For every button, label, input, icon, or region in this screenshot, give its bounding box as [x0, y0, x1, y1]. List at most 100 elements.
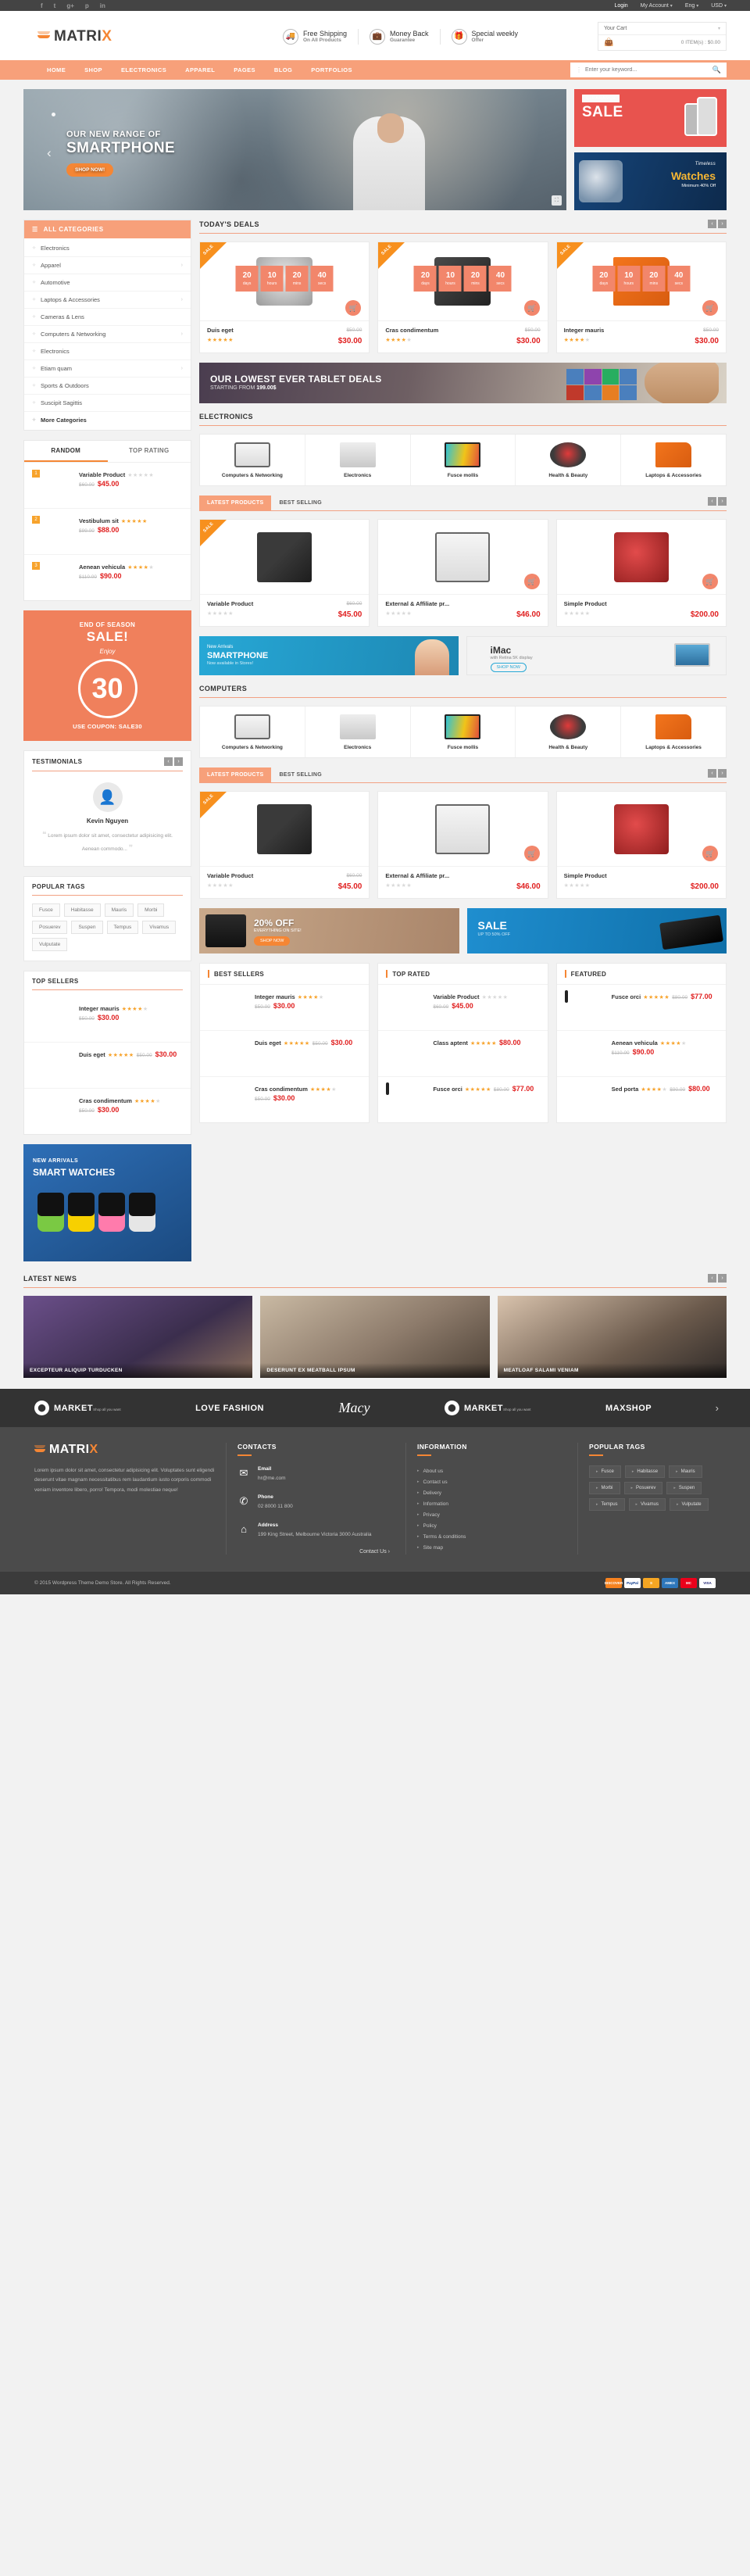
tag-item[interactable]: Morbi — [138, 903, 165, 917]
category-item[interactable]: ✧ Etiam quam › — [24, 360, 191, 377]
category-cell[interactable]: Laptops & Accessories — [621, 707, 726, 757]
category-cell[interactable]: Electronics — [305, 707, 411, 757]
info-link-privacy[interactable]: ▸ Privacy — [417, 1509, 566, 1520]
language-menu[interactable]: Eng ▾ — [685, 3, 698, 9]
tag-item[interactable]: ▸ Vivamus — [628, 1498, 666, 1511]
tab-latest-products[interactable]: LATEST PRODUCTS — [199, 496, 272, 510]
add-to-cart-button[interactable]: 🛒 — [523, 846, 540, 861]
hero-slider[interactable]: ‹ OUR NEW RANGE OF SMARTPHONE SHOP NOW! … — [23, 89, 566, 210]
category-item[interactable]: ✧ Suscipit Sagittis — [24, 395, 191, 412]
facebook-icon[interactable]: f — [41, 2, 43, 9]
smart-watches-banner[interactable]: NEW ARRIVALS SMART WATCHES — [23, 1144, 191, 1261]
info-link-policy[interactable]: ▸ Policy — [417, 1520, 566, 1531]
search-icon[interactable]: 🔍 — [712, 66, 721, 74]
list-item[interactable]: 1 Variable Product ★★★★★ $60.00 $45.00 — [24, 463, 191, 509]
category-cell[interactable]: Laptops & Accessories — [621, 435, 726, 485]
tag-item[interactable]: Vivamus — [142, 921, 177, 934]
search-input[interactable] — [585, 67, 712, 73]
list-item[interactable]: Integer mauris ★★★★★ $50.00 $30.00 — [24, 996, 191, 1043]
nav-item-portfolios[interactable]: PORTFOLIOS — [302, 66, 362, 73]
category-cell[interactable]: Fusce mollis — [411, 707, 516, 757]
season-sale-banner[interactable]: END OF SEASON SALE! Enjoy 30 USE COUPON:… — [23, 610, 191, 741]
site-logo[interactable]: MATRIX — [23, 28, 203, 45]
product-card[interactable]: 🛒 External & Affiliate pr... ★★★★★ $46.00 — [377, 519, 548, 627]
footer-logo[interactable]: MATRIX — [34, 1443, 215, 1457]
tag-item[interactable]: Fusce — [32, 903, 60, 917]
news-card[interactable]: EXCEPTEUR ALIQUIP TURDUCKEN — [23, 1296, 253, 1378]
categories-header[interactable]: ☰ ALL CATEGORIES — [24, 220, 191, 238]
news-prev-button[interactable]: ‹ — [708, 1274, 716, 1283]
list-item[interactable]: Duis eget ★★★★★ $50.00 $30.00 — [24, 1043, 191, 1089]
tag-item[interactable]: ▸ Habitasse — [624, 1465, 666, 1478]
news-next-button[interactable]: › — [718, 1274, 727, 1283]
deals-next-button[interactable]: › — [718, 220, 727, 228]
cart-widget[interactable]: Your Cart ▾ 👜 0 ITEM(s) : $0.00 — [598, 22, 727, 51]
list-item[interactable]: Integer mauris ★★★★★ $50.00 $30.00 — [200, 985, 370, 1031]
tag-item[interactable]: Posuerev — [32, 921, 68, 934]
deal-card[interactable]: SALE 20 days 10 hours 20 mins 40 secs 🛒 Inte… — [555, 242, 727, 353]
info-link-sitemap[interactable]: ▸ Site map — [417, 1542, 566, 1553]
nav-item-pages[interactable]: PAGES — [224, 66, 265, 73]
list-item[interactable]: Fusce orci ★★★★★ $80.00 $77.00 — [378, 1077, 547, 1122]
category-item[interactable]: ✧ Electronics — [24, 343, 191, 360]
list-item[interactable]: Variable Product ★★★★★ $60.00 $45.00 — [378, 985, 548, 1031]
list-item[interactable]: Class aptent ★★★★★ $80.00 — [378, 1031, 548, 1077]
tag-item[interactable]: Vulputate — [32, 938, 68, 951]
info-link-terms[interactable]: ▸ Terms & conditions — [417, 1531, 566, 1542]
category-item-more[interactable]: ✧ More Categories — [24, 412, 191, 428]
slider-dot[interactable] — [52, 113, 55, 116]
expand-icon[interactable]: ⛶ — [552, 195, 562, 206]
google-plus-icon[interactable]: g+ — [66, 2, 74, 9]
filter-icon[interactable]: ⋮ — [576, 66, 582, 73]
products-next-button[interactable]: › — [718, 769, 727, 778]
slider-prev-arrow-icon[interactable]: ‹ — [47, 145, 52, 161]
tag-item[interactable]: ▸ Mauris — [669, 1465, 702, 1478]
tag-item[interactable]: Tempus — [106, 921, 139, 934]
product-card[interactable]: 🛒 Simple Product ★★★★★ $200.00 — [555, 791, 727, 899]
my-account-menu[interactable]: My Account ▾ — [641, 3, 673, 9]
deals-prev-button[interactable]: ‹ — [708, 220, 716, 228]
testimonials-prev-button[interactable]: ‹ — [164, 757, 173, 766]
brand-macy[interactable]: Macy — [327, 1400, 380, 1416]
tag-item[interactable]: ▸ Posuerev — [623, 1482, 663, 1494]
linkedin-icon[interactable]: in — [100, 2, 105, 9]
deal-card[interactable]: SALE 20 days 10 hours 20 mins 40 secs 🛒 Cras… — [377, 242, 548, 353]
category-item[interactable]: ✧ Apparel › — [24, 257, 191, 274]
contact-us-link[interactable]: Contact Us › — [238, 1549, 395, 1555]
brand-market-1[interactable]: ⬤ MARKETShop all you want — [23, 1401, 132, 1415]
category-cell[interactable]: Health & Beauty — [516, 435, 622, 485]
testimonials-next-button[interactable]: › — [174, 757, 183, 766]
list-item[interactable]: 3 Aenean vehicula ★★★★★ $110.00 $90.00 — [24, 555, 191, 600]
nav-item-home[interactable]: HOME — [38, 66, 75, 73]
speaker-offer-banner[interactable]: 20% OFF EVERYTHING ON SITE! SHOP NOW — [199, 908, 459, 953]
category-item[interactable]: ✧ Computers & Networking › — [24, 326, 191, 343]
tab-best-selling[interactable]: BEST SELLING — [271, 496, 330, 510]
category-cell[interactable]: Computers & Networking — [200, 707, 305, 757]
add-to-cart-button[interactable]: 🛒 — [523, 300, 540, 316]
add-to-cart-button[interactable]: 🛒 — [702, 846, 718, 861]
category-cell[interactable]: Computers & Networking — [200, 435, 305, 485]
category-item[interactable]: ✧ Electronics — [24, 240, 191, 257]
list-item[interactable]: Sed porta ★★★★★ $90.00 $80.00 — [557, 1077, 726, 1122]
tab-best-selling[interactable]: BEST SELLING — [271, 767, 330, 782]
info-link-delivery[interactable]: ▸ Delivery — [417, 1487, 566, 1498]
info-link-about[interactable]: ▸ About us — [417, 1465, 566, 1476]
info-link-information[interactable]: ▸ Information — [417, 1498, 566, 1509]
products-next-button[interactable]: › — [718, 497, 727, 506]
deal-card[interactable]: SALE 20 days 10 hours 20 mins 40 secs 🛒 Duis… — [199, 242, 370, 353]
list-item[interactable]: Aenean vehicula ★★★★★ $110.00 $90.00 — [556, 1031, 726, 1077]
list-item[interactable]: 2 Vestibulum sit ★★★★★ $99.00 $88.00 — [24, 509, 191, 555]
search-box[interactable]: ⋮ 🔍 — [570, 63, 727, 77]
sale-banner[interactable]: SALE UP TO 50% OFF — [466, 908, 727, 953]
tag-item[interactable]: Habitasse — [63, 903, 101, 917]
smartphone-banner[interactable]: New Arrivals SMARTPHONE Now available in… — [199, 636, 459, 675]
category-item[interactable]: ✧ Cameras & Lens — [24, 309, 191, 326]
products-prev-button[interactable]: ‹ — [708, 497, 716, 506]
tag-item[interactable]: ▸ Tempus — [589, 1498, 625, 1511]
product-card[interactable]: 🛒 Simple Product ★★★★★ $200.00 — [555, 519, 727, 627]
category-item[interactable]: ✧ Sports & Outdoors — [24, 377, 191, 395]
list-item[interactable]: Cras condimentum ★★★★★ $50.00 $30.00 — [24, 1089, 191, 1134]
products-prev-button[interactable]: ‹ — [708, 769, 716, 778]
nav-item-apparel[interactable]: APPAREL — [176, 66, 224, 73]
tab-latest-products[interactable]: LATEST PRODUCTS — [199, 767, 272, 782]
